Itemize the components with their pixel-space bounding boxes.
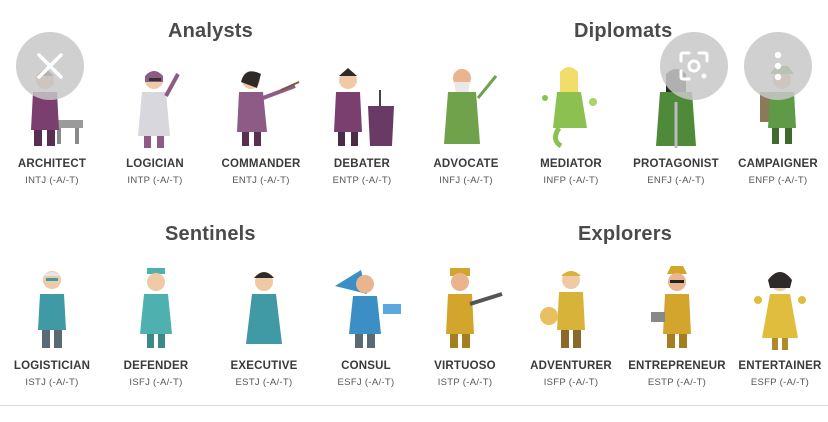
type-code: ESTJ (-A/-T) <box>235 377 293 388</box>
type-card-logistician[interactable]: LOGISTICIAN ISTJ (-A/-T) <box>0 264 104 388</box>
type-name: DEFENDER <box>123 360 189 372</box>
group-title-sentinels: Sentinels <box>165 223 256 245</box>
logician-figure-icon <box>138 71 180 148</box>
entrepreneur-figure-icon <box>651 266 691 348</box>
type-code: ISFP (-A/-T) <box>543 377 599 388</box>
lens-search-button[interactable] <box>660 32 728 100</box>
type-name: ENTERTAINER <box>738 360 822 372</box>
type-name: ARCHITECT <box>17 158 87 170</box>
type-name: VIRTUOSO <box>434 360 496 372</box>
mediator-figure-icon <box>542 67 597 149</box>
type-code: ENTJ (-A/-T) <box>232 175 290 186</box>
type-code: ESFJ (-A/-T) <box>337 377 395 388</box>
type-code: INFJ (-A/-T) <box>439 175 493 186</box>
type-card-commander[interactable]: COMMANDER ENTJ (-A/-T) <box>209 62 313 186</box>
commander-figure-icon <box>237 71 300 146</box>
type-name: ADVOCATE <box>433 158 499 170</box>
type-code: INFP (-A/-T) <box>543 175 599 186</box>
type-card-entrepreneur[interactable]: ENTREPRENEUR ESTP (-A/-T) <box>625 264 729 388</box>
type-card-adventurer[interactable]: ADVENTURER ISFP (-A/-T) <box>519 264 623 388</box>
type-card-defender[interactable]: DEFENDER ISFJ (-A/-T) <box>104 264 208 388</box>
type-card-entertainer[interactable]: ENTERTAINER ESFP (-A/-T) <box>728 264 828 388</box>
group-title-explorers: Explorers <box>578 223 673 245</box>
type-code: ENTP (-A/-T) <box>332 175 392 186</box>
type-card-logician[interactable]: LOGICIAN INTP (-A/-T) <box>103 62 207 186</box>
type-name: DEBATER <box>333 158 391 170</box>
defender-figure-icon <box>140 268 172 348</box>
more-vertical-icon <box>774 51 782 81</box>
type-code: ISTJ (-A/-T) <box>25 377 79 388</box>
type-name: CONSUL <box>341 360 391 372</box>
adventurer-figure-icon <box>540 271 585 348</box>
entertainer-figure-icon <box>754 272 806 350</box>
type-code: ESFP (-A/-T) <box>750 377 810 388</box>
type-code: ISTP (-A/-T) <box>437 377 493 388</box>
executive-figure-icon <box>246 272 282 344</box>
more-options-button[interactable] <box>744 32 812 100</box>
consul-figure-icon <box>335 270 401 348</box>
type-name: LOGISTICIAN <box>13 360 91 372</box>
type-name: ENTREPRENEUR <box>628 360 726 372</box>
type-name: CAMPAIGNER <box>738 158 818 170</box>
type-card-debater[interactable]: DEBATER ENTP (-A/-T) <box>310 62 414 186</box>
type-name: LOGICIAN <box>126 158 184 170</box>
type-code: ENFP (-A/-T) <box>748 175 808 186</box>
type-code: ENFJ (-A/-T) <box>647 175 705 186</box>
bottom-divider <box>0 405 828 406</box>
type-name: COMMANDER <box>221 158 301 170</box>
type-code: ESTP (-A/-T) <box>647 377 707 388</box>
type-code: INTP (-A/-T) <box>127 175 183 186</box>
type-card-executive[interactable]: EXECUTIVE ESTJ (-A/-T) <box>212 264 316 388</box>
type-code: INTJ (-A/-T) <box>25 175 79 186</box>
group-title-analysts: Analysts <box>168 20 253 42</box>
type-name: MEDIATOR <box>540 158 602 170</box>
debater-figure-icon <box>334 68 394 146</box>
type-card-advocate[interactable]: ADVOCATE INFJ (-A/-T) <box>414 62 518 186</box>
lens-scan-icon <box>679 51 709 81</box>
logistician-figure-icon <box>38 271 66 348</box>
type-card-mediator[interactable]: MEDIATOR INFP (-A/-T) <box>519 62 623 186</box>
type-card-virtuoso[interactable]: VIRTUOSO ISTP (-A/-T) <box>413 264 517 388</box>
type-card-consul[interactable]: CONSUL ESFJ (-A/-T) <box>314 264 418 388</box>
close-button[interactable] <box>16 32 84 100</box>
group-title-diplomats: Diplomats <box>574 20 673 42</box>
type-code: ISFJ (-A/-T) <box>129 377 183 388</box>
virtuoso-figure-icon <box>446 268 503 348</box>
type-name: ADVENTURER <box>530 360 612 372</box>
type-name: EXECUTIVE <box>230 360 298 372</box>
advocate-figure-icon <box>444 69 498 144</box>
type-name: PROTAGONIST <box>633 158 719 170</box>
close-icon <box>37 53 63 79</box>
